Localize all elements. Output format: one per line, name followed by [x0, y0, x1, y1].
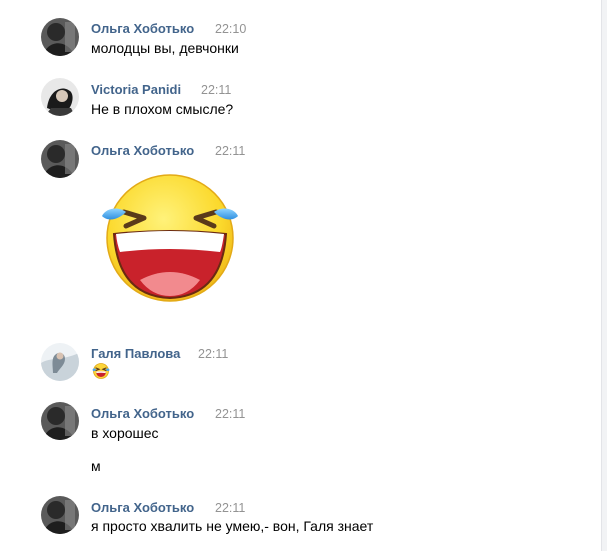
avatar[interactable]	[41, 496, 79, 534]
author-name[interactable]: Ольга Хоботько	[91, 143, 194, 158]
message-text: я просто хвалить не умею,- вон, Галя зна…	[91, 518, 374, 534]
message-text: в хорошес	[91, 425, 159, 441]
timestamp[interactable]: 22:11	[215, 501, 245, 515]
author-name[interactable]: Ольга Хоботько	[91, 21, 194, 36]
author-name[interactable]: Ольга Хоботько	[91, 406, 194, 421]
chat-history: Ольга Хоботько 22:10 молодцы вы, девчонк…	[0, 0, 601, 551]
avatar[interactable]	[41, 402, 79, 440]
author-name[interactable]: Victoria Panidi	[91, 82, 181, 97]
scrollbar-track[interactable]	[601, 0, 607, 551]
timestamp[interactable]: 22:11	[198, 347, 228, 361]
author-name[interactable]: Ольга Хоботько	[91, 500, 194, 515]
timestamp[interactable]: 22:10	[215, 22, 246, 36]
avatar[interactable]	[41, 343, 79, 381]
laughing-crying-face-sticker[interactable]	[100, 168, 242, 315]
timestamp[interactable]: 22:11	[215, 407, 245, 421]
avatar[interactable]	[41, 18, 79, 56]
avatar[interactable]	[41, 78, 79, 116]
timestamp[interactable]: 22:11	[201, 83, 231, 97]
avatar[interactable]	[41, 140, 79, 178]
message-text: м	[91, 458, 101, 474]
author-name[interactable]: Галя Павлова	[91, 346, 180, 361]
message-text: молодцы вы, девчонки	[91, 40, 239, 56]
face-with-tears-of-joy-icon	[92, 362, 110, 385]
message-text: Не в плохом смысле?	[91, 101, 234, 117]
timestamp[interactable]: 22:11	[215, 144, 245, 158]
